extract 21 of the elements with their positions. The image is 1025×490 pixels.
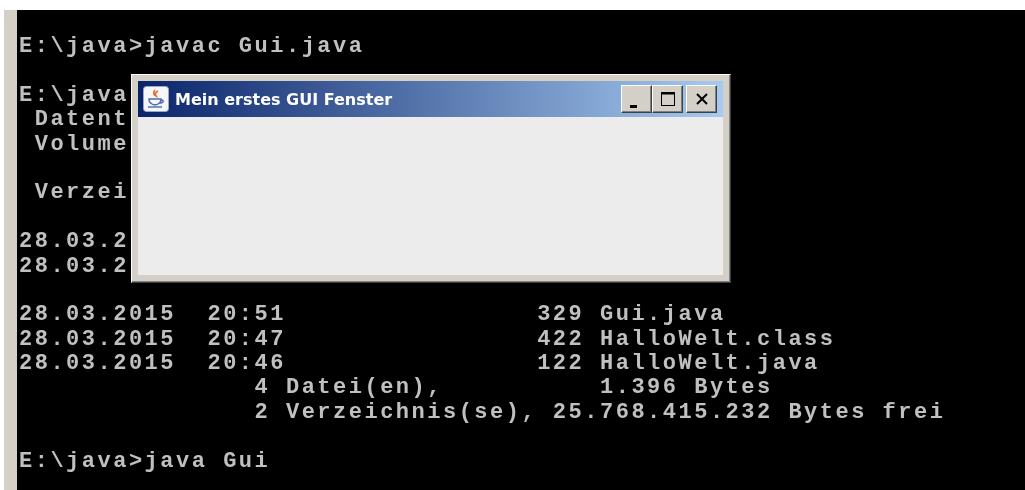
console-line: 28.03.2 — [19, 254, 129, 279]
maximize-button[interactable] — [652, 85, 683, 113]
close-button[interactable] — [686, 85, 717, 113]
console-line: Datent — [33, 108, 129, 133]
maximize-icon — [659, 91, 676, 107]
console-line: E:\java>java Gui — [19, 449, 271, 475]
minimize-icon — [630, 104, 637, 108]
console-line: E:\java>javac Gui.java — [19, 35, 365, 60]
console-line: 2 Verzeichnis(se), 25.768.415.232 Bytes frei — [253, 400, 946, 426]
close-icon — [694, 92, 709, 106]
console-line: 28.03.2015 20:46 122 HalloWelt.java — [19, 352, 820, 377]
console-line: Verzei — [33, 181, 129, 206]
console-line: Volume — [33, 132, 129, 157]
console-line: 28.03.2 — [19, 230, 129, 255]
console-line: 28.03.2015 20:47 422 HalloWelt.class — [19, 327, 836, 353]
window-title: Mein erstes GUI Fenster — [175, 89, 393, 109]
console-line: 4 Datei(en), 1.396 Bytes — [253, 376, 773, 401]
console-line: E:\java — [19, 83, 129, 109]
console-line: 28.03.2015 20:51 329 Gui.java — [19, 303, 726, 328]
minimize-button[interactable] — [621, 85, 652, 113]
cup-icon — [143, 86, 169, 112]
